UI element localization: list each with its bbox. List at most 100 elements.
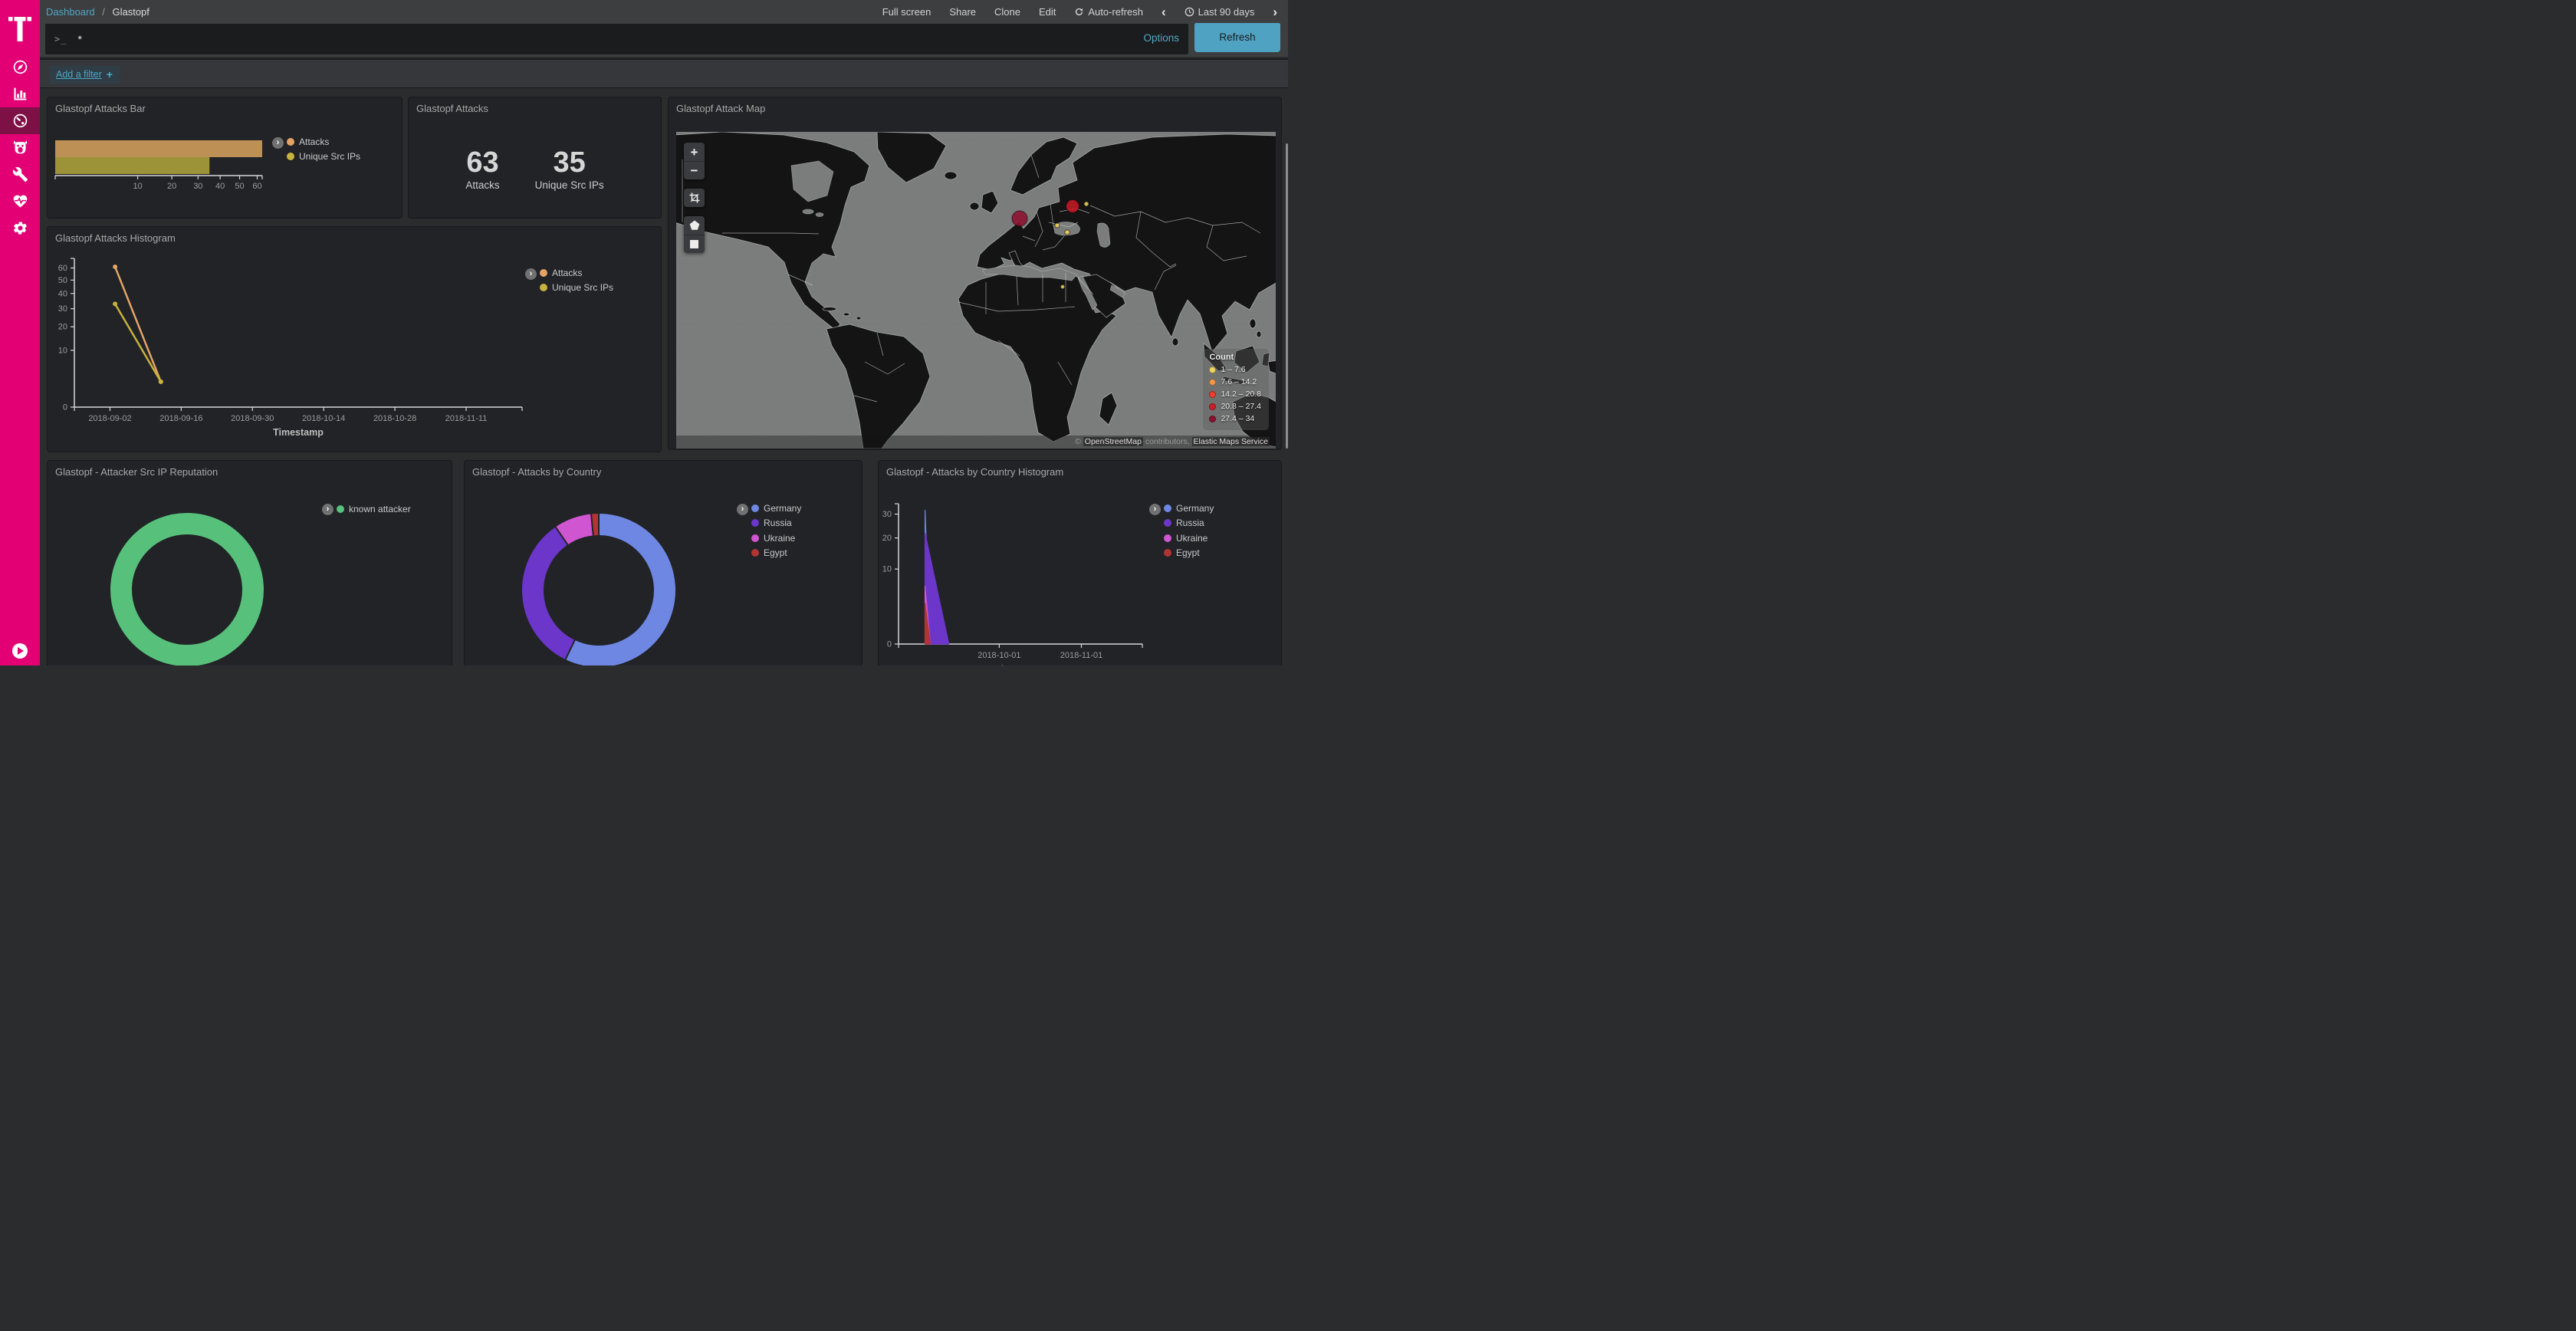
sidebar-item-dashboard[interactable] (0, 107, 40, 134)
breadcrumb-dashboard-link[interactable]: Dashboard (46, 6, 95, 18)
country-donut-chart (465, 461, 863, 666)
legend-item[interactable]: Russia (751, 516, 801, 531)
time-range-picker[interactable]: Last 90 days (1184, 6, 1255, 18)
share-button[interactable]: Share (949, 6, 976, 18)
svg-text:30: 30 (58, 304, 67, 314)
legend-item[interactable]: Ukraine (1164, 531, 1214, 546)
legend-toggle-icon[interactable]: › (272, 137, 284, 149)
svg-text:2018-09-16: 2018-09-16 (159, 414, 202, 423)
legend-item[interactable]: known attacker (337, 501, 411, 517)
legend-color-dot (1164, 549, 1171, 557)
legend-color-dot (287, 138, 294, 146)
sidebar-expand-button[interactable] (12, 643, 28, 659)
chart-legend: GermanyRussiaUkraineEgypt (751, 501, 801, 560)
clone-button[interactable]: Clone (994, 6, 1020, 18)
refresh-icon (1074, 7, 1084, 17)
auto-refresh-button[interactable]: Auto-refresh (1074, 6, 1143, 18)
svg-text:20: 20 (167, 182, 176, 191)
legend-toggle-icon[interactable]: › (1149, 504, 1161, 515)
panel-attacker-src-ip-reputation: Glastopf - Attacker Src IP Reputation › … (47, 460, 452, 666)
query-bar: >_ * Options Refresh (40, 23, 1288, 57)
top-navigation-bar: Dashboard / Glastopf Full screen Share C… (40, 0, 1288, 23)
legend-item[interactable]: Unique Src IPs (540, 281, 613, 296)
svg-text:2018-09-30: 2018-09-30 (231, 414, 274, 423)
sidebar-item-dev-tools[interactable] (0, 161, 40, 188)
ems-link[interactable]: Elastic Maps Service (1192, 437, 1270, 446)
legend-item[interactable]: Egypt (1164, 546, 1214, 561)
time-back-button[interactable]: ‹ (1162, 5, 1166, 18)
map-draw-rectangle-button[interactable] (684, 235, 705, 253)
map-fit-control (684, 189, 705, 207)
sidebar (0, 0, 40, 666)
options-link[interactable]: Options (1143, 32, 1179, 44)
search-input[interactable]: >_ * Options (45, 24, 1188, 54)
sidebar-item-management[interactable] (0, 215, 40, 242)
panel-glastopf-attacks-bar: Glastopf Attacks Bar 102030405060 › Atta… (47, 97, 402, 219)
svg-text:40: 40 (58, 289, 67, 298)
legend-toggle-icon[interactable]: › (322, 504, 334, 515)
svg-text:Timestamp: Timestamp (995, 664, 1046, 666)
svg-text:2018-10-01: 2018-10-01 (978, 651, 1020, 660)
edit-button[interactable]: Edit (1039, 6, 1056, 18)
panel-glastopf-attack-map: Glastopf Attack Map (668, 97, 1282, 450)
filter-bar: Add a filter + (40, 58, 1288, 89)
panel-glastopf-attacks-histogram: Glastopf Attacks Histogram 0102030405060… (47, 226, 662, 452)
legend-item[interactable]: Ukraine (751, 531, 801, 546)
map-zoom-in-button[interactable]: + (684, 143, 705, 161)
compass-icon (12, 59, 28, 75)
panel-glastopf-attacks-metric: Glastopf Attacks 63 Attacks 35 Unique Sr… (408, 97, 662, 219)
panel-attacks-by-country: Glastopf - Attacks by Country › GermanyR… (464, 460, 863, 666)
world-map[interactable]: + − Count 1 – 7.67.6 – 14.214.2 – 20.820… (676, 132, 1276, 449)
legend-item[interactable]: Attacks (287, 134, 360, 150)
svg-text:2018-11-01: 2018-11-01 (1060, 651, 1102, 660)
legend-color-dot (540, 284, 547, 291)
sidebar-item-visualize[interactable] (0, 81, 40, 107)
sidebar-item-timelion[interactable] (0, 134, 40, 161)
legend-item[interactable]: Unique Src IPs (287, 150, 360, 165)
osm-link[interactable]: OpenStreetMap (1083, 437, 1143, 446)
legend-toggle-icon[interactable]: › (737, 504, 748, 515)
svg-text:2018-11-11: 2018-11-11 (445, 414, 488, 423)
panel-title: Glastopf Attack Map (676, 103, 765, 114)
country-histogram-chart: 01020302018-10-012018-11-01Timestamp (879, 461, 1282, 666)
query-value[interactable]: * (77, 33, 1188, 45)
time-forward-button[interactable]: › (1273, 5, 1277, 18)
legend-toggle-icon[interactable]: › (525, 268, 537, 280)
svg-text:2018-10-28: 2018-10-28 (373, 414, 416, 423)
top-menu: Full screen Share Clone Edit Auto-refres… (882, 5, 1288, 18)
map-zoom-out-button[interactable]: − (684, 161, 705, 179)
svg-text:30: 30 (193, 182, 202, 191)
svg-text:60: 60 (252, 182, 261, 191)
breadcrumb-current: Glastopf (112, 6, 149, 18)
map-zoom-controls: + − (684, 143, 705, 179)
map-attribution: © OpenStreetMap contributors, Elastic Ma… (676, 435, 1276, 449)
svg-text:2018-10-14: 2018-10-14 (302, 414, 345, 423)
map-draw-polygon-button[interactable] (684, 216, 705, 235)
play-icon (18, 647, 24, 655)
gauge-icon (12, 113, 28, 129)
telekom-logo[interactable] (0, 9, 40, 44)
full-screen-button[interactable]: Full screen (882, 6, 932, 18)
add-filter-button[interactable]: Add a filter + (49, 66, 120, 84)
map-legend-dot (1209, 366, 1216, 373)
plus-icon: + (107, 68, 113, 81)
chart-legend: GermanyRussiaUkraineEgypt (1164, 501, 1214, 560)
legend-color-dot (751, 519, 759, 527)
legend-color-dot (1164, 534, 1171, 542)
reputation-donut-chart (48, 461, 452, 666)
legend-item[interactable]: Germany (1164, 501, 1214, 516)
map-legend-item: 14.2 – 20.8 (1209, 388, 1261, 400)
kibana-dashboard-app: Dashboard / Glastopf Full screen Share C… (0, 0, 1288, 666)
svg-text:30: 30 (882, 510, 892, 519)
legend-item[interactable]: Russia (1164, 516, 1214, 531)
refresh-button[interactable]: Refresh (1194, 22, 1280, 52)
metric-unique-src-ips: 35 Unique Src IPs (535, 148, 604, 191)
map-fit-data-button[interactable] (684, 189, 705, 207)
sidebar-item-discover[interactable] (0, 54, 40, 81)
wrench-icon (12, 166, 28, 182)
legend-item[interactable]: Egypt (751, 546, 801, 561)
legend-item[interactable]: Attacks (540, 265, 613, 281)
legend-item[interactable]: Germany (751, 501, 801, 516)
sidebar-item-monitoring[interactable] (0, 188, 40, 215)
scrollbar-thumb[interactable] (1286, 143, 1288, 449)
